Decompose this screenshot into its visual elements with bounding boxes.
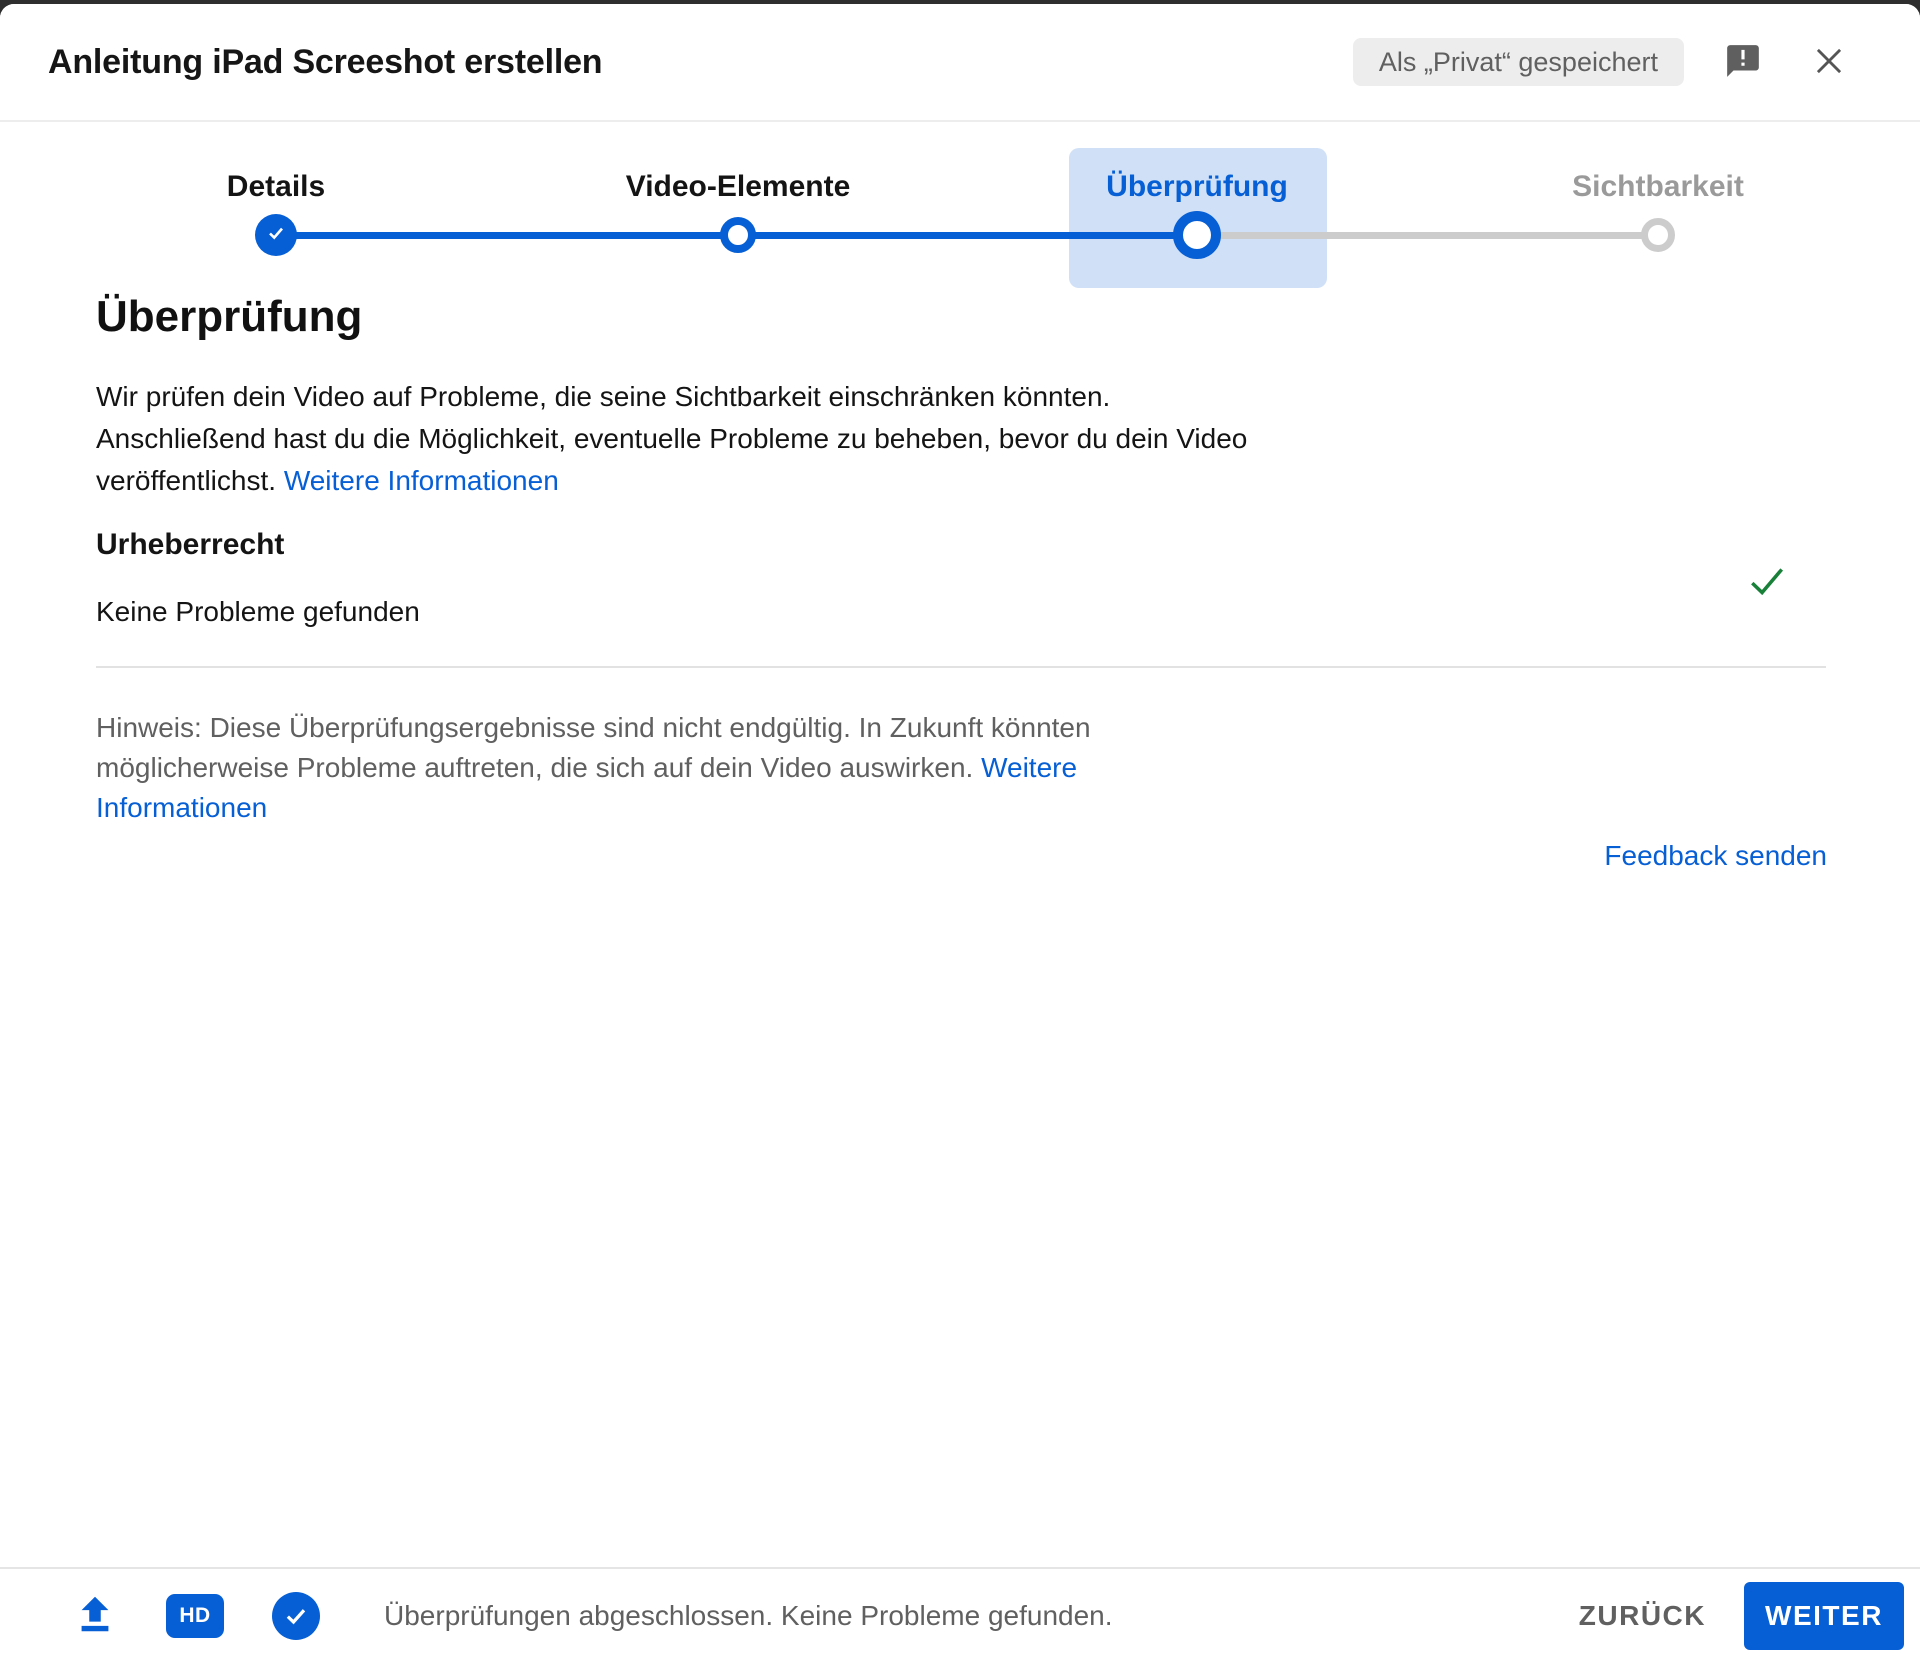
intro-line-3: veröffentlichst. Weitere Informationen [96, 465, 559, 496]
saved-status-badge: Als „Privat“ gespeichert [1352, 38, 1684, 86]
note-text: Hinweis: Diese Überprüfungsergebnisse si… [96, 708, 1091, 828]
copyright-status-text: Keine Probleme gefunden [96, 596, 420, 627]
intro-line-1: Wir prüfen dein Video auf Probleme, die … [96, 381, 1111, 412]
dialog-header: Anleitung iPad Screeshot erstellen Als „… [0, 4, 1920, 122]
back-button[interactable]: ZURÜCK [1569, 1600, 1716, 1632]
step-label-ueberpruefung[interactable]: Überprüfung [1047, 170, 1347, 204]
check-icon [264, 221, 288, 250]
step-circle-sichtbarkeit[interactable] [1641, 218, 1675, 252]
step-circle-details-done[interactable] [255, 214, 297, 256]
note-more-info-link-part1[interactable]: Weitere [981, 752, 1077, 783]
intro-text: Wir prüfen dein Video auf Probleme, die … [96, 376, 1247, 502]
next-button[interactable]: WEITER [1744, 1581, 1904, 1650]
dialog-title: Anleitung iPad Screeshot erstellen [48, 42, 603, 81]
dialog-footer: HD Überprüfungen abgeschlossen. Keine Pr… [0, 1567, 1920, 1662]
page-title: Überprüfung [96, 292, 363, 341]
note-more-info-link-part2[interactable]: Informationen [96, 792, 267, 823]
step-circle-ueberpruefung-current[interactable] [1173, 211, 1221, 259]
note-line-1: Hinweis: Diese Überprüfungsergebnisse si… [96, 712, 1091, 743]
close-button[interactable] [1810, 42, 1848, 83]
send-feedback-link[interactable]: Feedback senden [1604, 840, 1827, 872]
intro-line-2: Anschließend hast du die Möglichkeit, ev… [96, 423, 1248, 454]
header-actions: Als „Privat“ gespeichert [1352, 38, 1848, 86]
step-circle-video-elemente[interactable] [720, 217, 756, 253]
upload-video-dialog: Anleitung iPad Screeshot erstellen Als „… [0, 4, 1920, 1662]
footer-status-text: Überprüfungen abgeschlossen. Keine Probl… [384, 1599, 1113, 1631]
stepper-connector-upcoming [1197, 232, 1658, 239]
progress-stepper: Details Video-Elemente Überprüfung Sicht… [0, 122, 1920, 308]
step-label-sichtbarkeit[interactable]: Sichtbarkeit [1508, 170, 1808, 204]
copyright-ok-check-icon [1746, 560, 1788, 607]
hd-quality-icon: HD [166, 1593, 224, 1638]
upload-icon [72, 1591, 118, 1642]
more-info-link[interactable]: Weitere Informationen [284, 465, 559, 496]
feedback-bubble-icon [1724, 42, 1762, 83]
copyright-section-title: Urheberrecht [96, 528, 285, 561]
step-label-video-elemente[interactable]: Video-Elemente [588, 170, 888, 204]
step-label-details[interactable]: Details [126, 170, 426, 204]
close-icon [1810, 42, 1848, 83]
send-feedback-button[interactable] [1724, 42, 1762, 83]
section-divider [96, 666, 1826, 668]
checks-complete-icon [272, 1591, 320, 1640]
note-line-3: Informationen [96, 788, 1091, 828]
note-line-2: möglicherweise Probleme auftreten, die s… [96, 752, 1078, 783]
